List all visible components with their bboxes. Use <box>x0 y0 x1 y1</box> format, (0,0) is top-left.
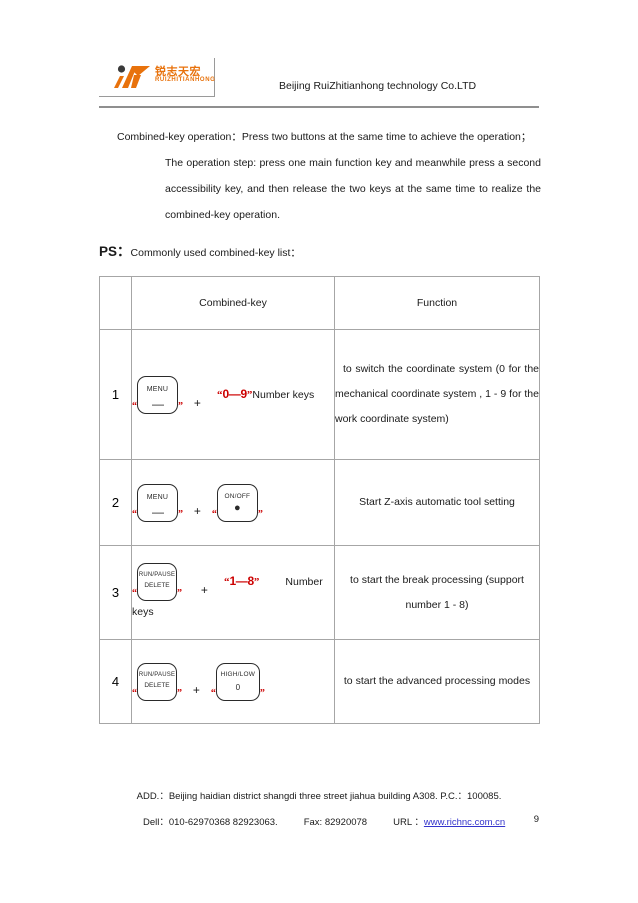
combined-key-table: Combined-key Function 1 “MENU —” +“0—9”Nu… <box>99 276 540 724</box>
table-header-function: Function <box>334 276 540 330</box>
row-number: 1 <box>99 329 132 460</box>
company-logo: 锐志天宏 RUIZHITIANHONG <box>99 58 215 97</box>
keycap-menu: MENU — <box>137 375 178 414</box>
keycap-bottom-label: — <box>152 396 164 411</box>
row-function: to start the break processing (support n… <box>334 545 540 640</box>
key-glyph-runpause: “RUN/PAUSE DELETE” <box>132 662 182 701</box>
key-glyph-menu: “MENU —” <box>132 483 183 522</box>
range-suffix: Number keys <box>252 388 315 401</box>
key-glyph-onoff: “ON/OFF ●” <box>212 483 263 522</box>
row-combined-key: “RUN/PAUSE DELETE” +“1—8” Number keys <box>131 545 335 640</box>
table-row: 1 “MENU —” +“0—9”Number keys to switch th… <box>99 329 540 460</box>
quote-close: ” <box>177 688 182 700</box>
plus-sign: + <box>193 503 201 518</box>
ps-label: PS： <box>99 244 131 259</box>
keycap-top-label: HIGH/LOW <box>220 670 256 678</box>
header-divider <box>99 106 539 108</box>
row-function: to start the advanced processing modes <box>334 639 540 724</box>
keycap-highlow-zero: HIGH/LOW 0 <box>215 662 260 701</box>
keycap-top-label: MENU <box>146 493 169 501</box>
intro-line-1: Combined-key operation：Press two buttons… <box>117 131 532 143</box>
quote-close: ” <box>259 688 265 700</box>
document-page: 锐志天宏 RUIZHITIANHONG Beijing RuiZhitianho… <box>0 0 638 903</box>
keycap-onoff: ON/OFF ● <box>216 483 258 522</box>
keycap-bottom-label: 0 <box>235 683 241 692</box>
row-combined-key: “MENU —” +“0—9”Number keys <box>131 329 335 460</box>
page-footer: ADD.：Beijing haidian district shangdi th… <box>99 788 539 828</box>
ps-note: PS：Commonly used combined-key list： <box>99 240 301 260</box>
plus-sign: + <box>200 582 208 597</box>
logo-english-text: RUIZHITIANHONG <box>155 77 216 83</box>
row-number: 3 <box>99 545 132 640</box>
row-number: 2 <box>99 459 132 546</box>
logo-mark-icon <box>114 65 150 88</box>
keycap-bottom-label: DELETE <box>144 581 170 589</box>
plus-sign: + <box>193 395 201 410</box>
intro-paragraph: Combined-key operation：Press two buttons… <box>99 124 541 228</box>
plus-sign: + <box>192 682 200 697</box>
footer-url-label: URL ： <box>393 817 424 828</box>
row-combined-key: “MENU —” + “ON/OFF ●” <box>131 459 335 546</box>
row-function: Start Z-axis automatic tool setting <box>334 459 540 546</box>
quote-close: ” <box>257 509 263 521</box>
footer-contact: Dell：010-62970368 82923063. Fax: 82920078… <box>99 814 539 828</box>
keycap-top-label: RUN/PAUSE <box>138 571 176 578</box>
header-company-name: Beijing RuiZhitianhong technology Co.LTD <box>279 80 477 92</box>
quote-close: ” <box>178 401 183 413</box>
footer-url-link[interactable]: www.richnc.com.cn <box>424 817 505 828</box>
key-glyph-highlow: “HIGH/LOW 0” <box>211 662 265 701</box>
keycap-menu: MENU — <box>137 483 178 522</box>
table-row: 4 “RUN/PAUSE DELETE” + “HIGH/LOW 0” to sta… <box>99 639 540 724</box>
keycap-runpause-delete: RUN/PAUSE DELETE <box>137 562 177 601</box>
key-range: 1—8 <box>229 573 254 588</box>
keycap-bottom-label: ● <box>234 502 241 514</box>
keycap-bottom-label: — <box>152 504 164 519</box>
keycap-top-label: RUN/PAUSE <box>138 671 176 678</box>
quote-close-range: ” <box>253 575 260 588</box>
keycap-top-label: ON/OFF <box>224 492 251 500</box>
keycap-runpause-delete: RUN/PAUSE DELETE <box>137 662 177 701</box>
footer-phone: Dell：010-62970368 82923063. <box>143 817 278 828</box>
key-glyph-menu: “MENU —” <box>132 375 183 414</box>
table-row: 3 “RUN/PAUSE DELETE” +“1—8” Number keys to… <box>99 545 540 640</box>
quote-close: ” <box>178 509 183 521</box>
footer-fax: Fax: 82920078 <box>303 817 368 828</box>
quote-close: ” <box>177 588 182 600</box>
table-header-combined-key: Combined-key <box>131 276 335 330</box>
ps-text: Commonly used combined-key list： <box>130 247 301 259</box>
table-header-row: Combined-key Function <box>99 276 540 330</box>
row-function: to switch the coordinate system (0 for t… <box>334 329 540 460</box>
row-combined-key: “RUN/PAUSE DELETE” + “HIGH/LOW 0” <box>131 639 335 724</box>
footer-address: ADD.：Beijing haidian district shangdi th… <box>136 791 502 802</box>
table-row: 2 “MENU —” + “ON/OFF ●” Start Z-axis autom… <box>99 459 540 546</box>
key-glyph-runpause: “RUN/PAUSE DELETE” <box>132 562 182 601</box>
page-header: 锐志天宏 RUIZHITIANHONG Beijing RuiZhitianho… <box>99 58 539 106</box>
keycap-top-label: MENU <box>146 385 169 393</box>
keycap-bottom-label: DELETE <box>144 681 170 689</box>
page-number: 9 <box>533 814 539 825</box>
key-range: 0—9 <box>222 386 247 401</box>
row-number: 4 <box>99 639 132 724</box>
table-header-num <box>99 276 132 330</box>
intro-line-rest: The operation step: press one main funct… <box>165 157 541 221</box>
